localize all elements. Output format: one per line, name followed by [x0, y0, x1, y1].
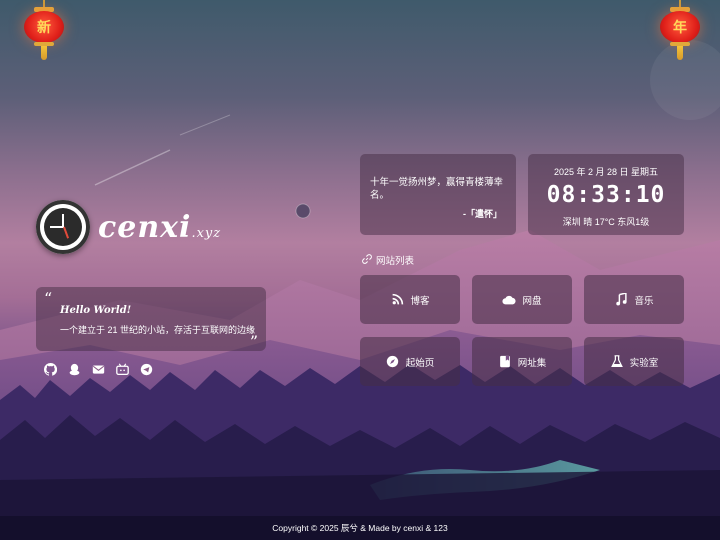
mail-icon[interactable] — [92, 363, 105, 376]
site-list-title: 网站列表 — [362, 253, 414, 267]
copyright-text: Copyright © 2025 辰兮 & Made by cenxi & 12… — [272, 523, 448, 533]
github-icon[interactable] — [44, 363, 57, 376]
lantern-right-char: 年 — [660, 11, 700, 43]
site-description: 一个建立于 21 世纪的小站，存活于互联网的边缘 — [60, 325, 256, 335]
footer: Copyright © 2025 辰兮 & Made by cenxi & 12… — [0, 516, 720, 540]
site-logo[interactable]: cenxi.xyz — [36, 200, 221, 254]
brand-suffix: .xyz — [191, 225, 222, 241]
bookmark-icon — [498, 355, 512, 368]
site-tile-bookmarks[interactable]: 网址集 — [472, 337, 572, 386]
site-tile-label: 网盘 — [522, 295, 542, 307]
telegram-icon[interactable] — [140, 363, 153, 376]
hitokoto-text: 十年一觉扬州梦，赢得青楼薄幸名。 — [370, 177, 504, 201]
hitokoto-card[interactable]: 十年一觉扬州梦，赢得青楼薄幸名。 -「遣怀」 — [360, 154, 516, 235]
time-weather-card: 2025 年 2 月 28 日 星期五 08:33:10 深圳 晴 17°C 东… — [528, 154, 684, 235]
site-tile-label: 音乐 — [634, 295, 654, 307]
lantern-left-char: 新 — [24, 11, 64, 43]
quote-close-icon: ” — [249, 332, 258, 351]
qq-icon[interactable] — [68, 363, 81, 376]
flask-icon — [610, 355, 624, 368]
site-tile-label: 网址集 — [517, 357, 547, 369]
intro-quote-card: “ Hello World! 一个建立于 21 世纪的小站，存活于互联网的边缘 … — [36, 287, 266, 351]
social-links — [44, 363, 153, 376]
hitokoto-source: -「遣怀」 — [463, 209, 502, 219]
clock-icon — [36, 200, 90, 254]
lantern-left: 新 — [20, 0, 68, 64]
quote-open-icon: “ — [44, 289, 53, 308]
lantern-right: 年 — [656, 0, 704, 64]
bilibili-icon[interactable] — [116, 363, 129, 376]
site-tile-label: 实验室 — [629, 357, 659, 369]
weather-text: 深圳 晴 17°C 东风1级 — [562, 217, 650, 227]
site-tile-label: 博客 — [410, 295, 430, 307]
background-landscape — [0, 0, 720, 540]
music-icon — [614, 293, 628, 306]
site-tile-startpage[interactable]: 起始页 — [360, 337, 460, 386]
site-tile-cloud[interactable]: 网盘 — [472, 275, 572, 324]
site-tile-label: 起始页 — [405, 357, 435, 369]
date-text: 2025 年 2 月 28 日 星期五 — [553, 167, 659, 177]
digital-clock: 08:33:10 — [546, 182, 666, 208]
brand-name: cenxi.xyz — [98, 209, 222, 245]
blog-icon — [390, 293, 404, 306]
cloud-icon — [502, 294, 517, 306]
site-list-title-text: 网站列表 — [376, 256, 415, 267]
link-icon — [362, 253, 372, 267]
hello-text: Hello World! — [60, 305, 132, 316]
site-tile-blog[interactable]: 博客 — [360, 275, 460, 324]
site-tile-music[interactable]: 音乐 — [584, 275, 684, 324]
compass-icon — [386, 355, 400, 368]
site-tile-lab[interactable]: 实验室 — [584, 337, 684, 386]
